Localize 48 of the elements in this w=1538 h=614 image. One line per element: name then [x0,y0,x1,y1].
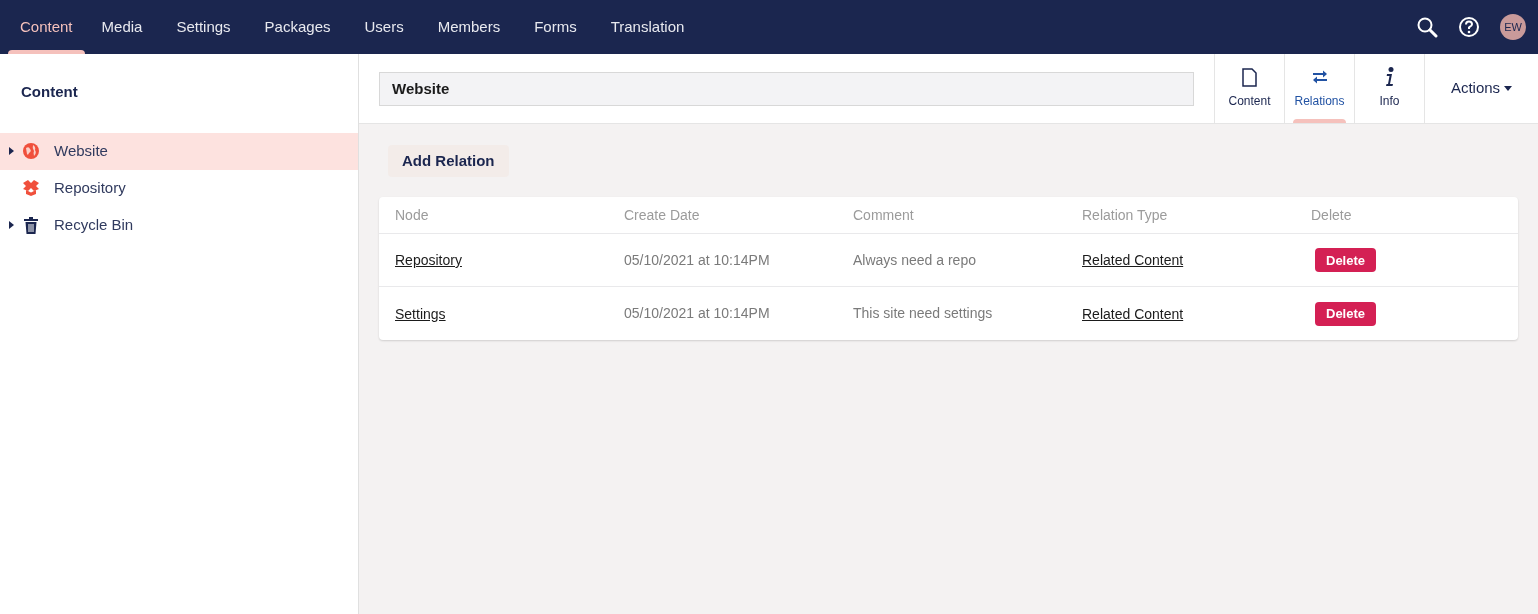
caret-icon [1504,86,1513,91]
nav-tab[interactable]: Forms [522,0,589,54]
date-cell-text: 05/10/2021 at 10:14PM [624,304,771,323]
column-header: Node [395,205,430,225]
nav-tab[interactable]: Members [425,0,513,54]
tree-item[interactable]: Website [0,132,358,170]
app-tab[interactable]: Info [1354,54,1424,123]
caret-icon[interactable] [8,221,14,229]
column-header: Relation Type [1082,205,1169,225]
relation-type-link[interactable]: Related Content [1082,252,1184,268]
relation-type-link[interactable]: Related Content [1082,305,1184,322]
tree-item-label: Repository [54,177,126,198]
nav-tab[interactable]: Content [8,0,85,54]
comment-cell-text: Always need a repo [853,250,977,270]
help-icon[interactable] [1458,16,1480,38]
actions-button[interactable]: Actions [1424,54,1538,123]
delete-button[interactable]: Delete [1315,248,1377,273]
column-header: Create Date [624,205,701,225]
add-relation-button[interactable]: Add Relation [388,145,509,177]
document-icon [1242,67,1257,87]
comment-cell-text: This site need settings [853,304,994,323]
column-header: Delete [1311,205,1353,225]
tree-item[interactable]: Recycle Bin [0,206,358,244]
app-tab[interactable]: Content [1214,54,1284,123]
date-cell-text: 05/10/2021 at 10:14PM [624,250,771,270]
tree-item-label: Recycle Bin [54,214,134,235]
node-link[interactable]: Repository [395,252,462,268]
sidebar-title: Content [20,82,79,102]
nav-tab[interactable]: Settings [164,0,243,54]
name-field[interactable]: Website [379,71,1194,106]
tree-item[interactable]: Repository [0,169,358,207]
column-header: Comment [853,205,915,225]
nav-tab[interactable]: Translation [598,0,697,54]
caret-icon[interactable] [8,147,14,155]
box-icon [22,180,40,196]
nav-tab[interactable]: Media [89,0,155,54]
globe-icon [22,142,40,160]
trash-icon [24,216,38,234]
tree-item-label: Website [54,140,108,161]
nav-tab[interactable]: Users [352,0,416,54]
node-link[interactable]: Settings [395,305,446,322]
info-icon [1384,67,1395,87]
delete-button[interactable]: Delete [1315,301,1377,326]
search-icon[interactable] [1416,16,1438,38]
swap-arrows-icon [1311,70,1328,84]
user-avatar[interactable]: EW [1500,14,1526,40]
nav-tab[interactable]: Packages [252,0,343,54]
app-tab[interactable]: Relations [1284,54,1354,123]
